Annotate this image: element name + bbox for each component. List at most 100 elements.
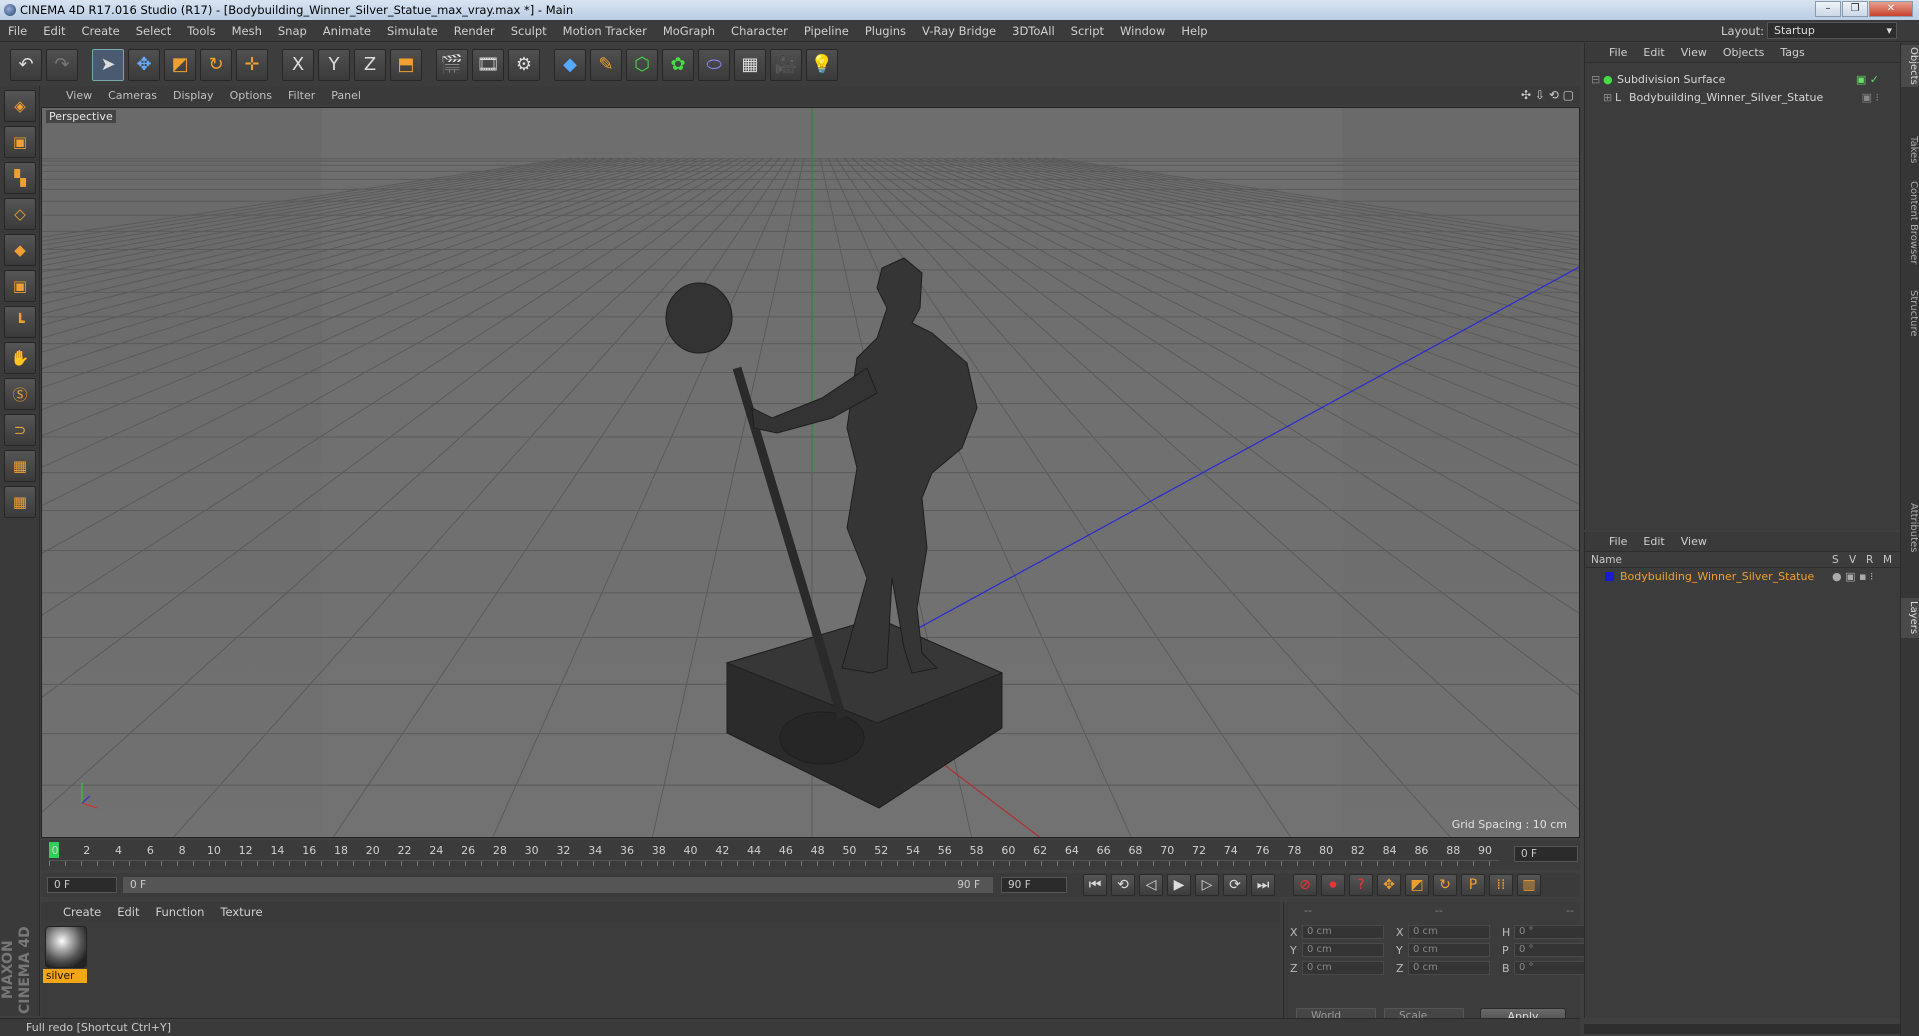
menu-v-ray-bridge[interactable]: V-Ray Bridge	[914, 20, 1004, 42]
object-menu-objects[interactable]: Objects	[1715, 43, 1773, 63]
menu-plugins[interactable]: Plugins	[857, 20, 914, 42]
coord-input-x[interactable]: 0 cm	[1408, 925, 1490, 939]
layer-horizontal-scrollbar[interactable]	[1584, 1024, 1900, 1034]
transport-button-4[interactable]: ▷	[1195, 874, 1219, 896]
anim-tool-button-7[interactable]: ⁞⁞	[1489, 874, 1513, 896]
menu-simulate[interactable]: Simulate	[379, 20, 446, 42]
transport-button-3[interactable]: ▶	[1167, 874, 1191, 896]
object-menu-tags[interactable]: Tags	[1772, 43, 1812, 63]
object-menu-file[interactable]: File	[1601, 43, 1635, 63]
viewport-menu-view[interactable]: View	[58, 86, 100, 106]
menu-tools[interactable]: Tools	[179, 20, 223, 42]
camera-object-button[interactable]: 🎥	[770, 48, 802, 81]
viewport-menu-panel[interactable]: Panel	[323, 86, 369, 106]
left-tool-3-icon[interactable]: ◇	[4, 198, 36, 230]
pen-spline-button[interactable]: ✎	[590, 48, 622, 81]
anim-tool-button-6[interactable]: P	[1461, 874, 1485, 896]
left-tool-6-icon[interactable]: ┗	[4, 306, 36, 338]
timeline-ruler[interactable]: 0 2 4 6 8 10 12 14 16 18 20 22 24 26 28 30 32 34 36 38 40 42 4…	[41, 840, 1580, 870]
side-tab-content-browser[interactable]: Content Browser	[1901, 173, 1919, 273]
left-tool-7-icon[interactable]: ✋	[4, 342, 36, 374]
viewport-menu-filter[interactable]: Filter	[280, 86, 323, 106]
anim-tool-button-8[interactable]: ▥	[1517, 874, 1541, 896]
coordinate-system-button[interactable]: ⬒	[390, 48, 422, 81]
material-menu-create[interactable]: Create	[55, 901, 109, 923]
menu-animate[interactable]: Animate	[315, 20, 379, 42]
layer-menu-view[interactable]: View	[1673, 532, 1715, 552]
rotate-tool-button[interactable]: ↻	[200, 48, 232, 81]
transport-button-1[interactable]: ⟲	[1111, 874, 1135, 896]
viewport-nav-icons[interactable]: ✣ ⇩ ⟲ ▢	[1521, 88, 1574, 102]
layer-row[interactable]: Bodybuilding_Winner_Silver_Statue ● ▣ ▪ …	[1585, 568, 1900, 584]
maximize-button[interactable]: ❐	[1842, 1, 1868, 17]
menu-script[interactable]: Script	[1063, 20, 1112, 42]
left-tool-5-icon[interactable]: ▣	[4, 270, 36, 302]
anim-tool-button-4[interactable]: ◩	[1405, 874, 1429, 896]
material-name[interactable]: silver	[43, 969, 87, 983]
column-name[interactable]: Name	[1591, 554, 1832, 566]
menu-window[interactable]: Window	[1112, 20, 1173, 42]
x-axis-button[interactable]: X	[282, 48, 314, 81]
transform-tool-button[interactable]: ✛	[236, 48, 268, 81]
left-tool-1-icon[interactable]: ▣	[4, 126, 36, 158]
menu-snap[interactable]: Snap	[270, 20, 315, 42]
menu-pipeline[interactable]: Pipeline	[796, 20, 857, 42]
anim-tool-button-0[interactable]: ⊘	[1293, 874, 1317, 896]
redo-button[interactable]: ↷	[46, 48, 78, 81]
coord-input-y[interactable]: 0 cm	[1302, 943, 1384, 957]
menu-file[interactable]: File	[0, 20, 35, 42]
layer-menu-edit[interactable]: Edit	[1635, 532, 1672, 552]
floor-object-button[interactable]: ▦	[734, 48, 766, 81]
range-slider[interactable]: 0 F 90 F	[123, 877, 993, 893]
layer-menu-file[interactable]: File	[1601, 532, 1635, 552]
object-tag-icon[interactable]: ▣ ⁝	[1862, 90, 1879, 106]
minimize-button[interactable]: –	[1815, 1, 1841, 17]
layer-flags-icon[interactable]: ● ▣ ▪ ⁝	[1832, 570, 1900, 583]
layout-dropdown[interactable]: Startup ▾	[1767, 22, 1897, 39]
render-settings-button[interactable]: ⚙	[508, 48, 540, 81]
menu-character[interactable]: Character	[723, 20, 796, 42]
column-m[interactable]: M	[1883, 554, 1900, 566]
menu-sculpt[interactable]: Sculpt	[503, 20, 555, 42]
menu-mograph[interactable]: MoGraph	[655, 20, 723, 42]
coord-input-z[interactable]: 0 cm	[1408, 961, 1490, 975]
move-tool-button[interactable]: ✥	[128, 48, 160, 81]
select-tool-button[interactable]: ➤	[92, 48, 124, 81]
menu-render[interactable]: Render	[446, 20, 503, 42]
viewport-menu-cameras[interactable]: Cameras	[100, 86, 165, 106]
scale-tool-button[interactable]: ◩	[164, 48, 196, 81]
left-tool-9-icon[interactable]: ⊃	[4, 414, 36, 446]
object-menu-edit[interactable]: Edit	[1635, 43, 1672, 63]
object-menu-view[interactable]: View	[1673, 43, 1715, 63]
anim-tool-button-3[interactable]: ✥	[1377, 874, 1401, 896]
cube-object-button[interactable]: ◆	[554, 48, 586, 81]
material-menu-texture[interactable]: Texture	[212, 901, 270, 923]
current-frame-field[interactable]: 0 F	[1514, 846, 1578, 862]
left-tool-10-icon[interactable]: ▦	[4, 450, 36, 482]
menu-motion-tracker[interactable]: Motion Tracker	[555, 20, 655, 42]
layer-color-swatch[interactable]	[1605, 571, 1614, 581]
render-view-button[interactable]: 🎬	[436, 48, 468, 81]
object-row-statue[interactable]: ⊞ L Bodybuilding_Winner_Silver_Statue ▣ …	[1591, 90, 1891, 106]
transport-button-6[interactable]: ⏭	[1251, 874, 1275, 896]
anim-tool-button-5[interactable]: ↻	[1433, 874, 1457, 896]
side-tab-attributes[interactable]: Attributes	[1901, 493, 1919, 563]
material-menu-edit[interactable]: Edit	[109, 901, 147, 923]
coord-input-x[interactable]: 0 cm	[1302, 925, 1384, 939]
subdivision-surface-button[interactable]: ⬡	[626, 48, 658, 81]
side-tab-objects[interactable]: Objects	[1901, 45, 1919, 87]
menu-select[interactable]: Select	[128, 20, 179, 42]
menu-help[interactable]: Help	[1173, 20, 1215, 42]
3d-viewport[interactable]: Perspective Grid Spacing : 10 cm	[41, 107, 1580, 838]
viewport-menu-display[interactable]: Display	[165, 86, 222, 106]
column-v[interactable]: V	[1849, 554, 1866, 566]
coord-input-z[interactable]: 0 cm	[1302, 961, 1384, 975]
undo-button[interactable]: ↶	[10, 48, 42, 81]
viewport-menu-options[interactable]: Options	[222, 86, 280, 106]
side-tab-structure[interactable]: Structure	[1901, 283, 1919, 343]
transport-button-5[interactable]: ⟳	[1223, 874, 1247, 896]
coord-input-y[interactable]: 0 cm	[1408, 943, 1490, 957]
left-tool-2-icon[interactable]: ▚	[4, 162, 36, 194]
material-thumbnail-silver[interactable]	[45, 926, 87, 968]
menu-create[interactable]: Create	[74, 20, 128, 42]
